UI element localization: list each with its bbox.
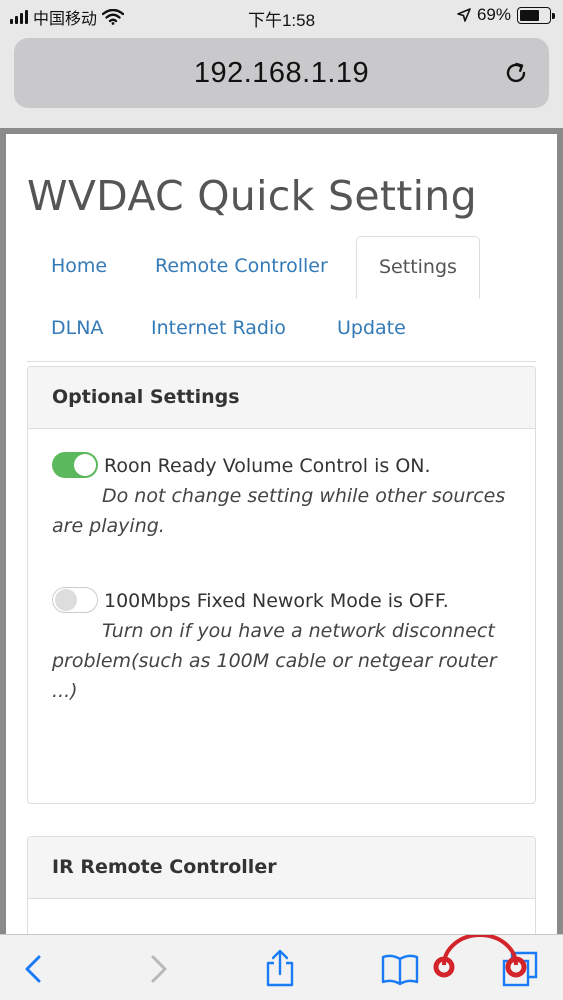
web-page: WVDAC Quick Setting Home Remote Controll… [6,134,557,934]
roon-volume-setting: Roon Ready Volume Control is ON. Do not … [52,451,512,541]
browser-chrome: 192.168.1.19 [0,32,563,128]
ir-remote-panel: IR Remote Controller [27,836,536,934]
nav-tabs: Home Remote Controller Settings DLNA Int… [27,236,536,362]
optional-settings-panel: Optional Settings Roon Ready Volume Cont… [27,366,536,804]
address-bar[interactable]: 192.168.1.19 [14,38,549,108]
page-frame: WVDAC Quick Setting Home Remote Controll… [0,128,563,934]
browser-toolbar [0,934,563,1000]
battery-icon [517,6,555,24]
location-arrow-icon [457,8,471,22]
battery-fill [520,9,540,21]
battery-percent: 69% [476,5,511,24]
tab-settings[interactable]: Settings [356,236,480,299]
roon-volume-toggle[interactable] [52,452,98,478]
share-icon[interactable] [260,949,300,989]
status-bar: 中国移动 下午1:58 69% [0,0,563,32]
url-text[interactable]: 192.168.1.19 [14,57,549,90]
network-mode-toggle[interactable] [52,587,98,613]
tab-home[interactable]: Home [51,255,107,277]
back-icon[interactable] [14,949,54,989]
panel-heading: Optional Settings [28,367,535,429]
tab-internet-radio[interactable]: Internet Radio [151,317,286,339]
roon-volume-note: Do not change setting while other source… [52,485,506,537]
page-title: WVDAC Quick Setting [27,172,477,220]
network-mode-note: Turn on if you have a network disconnect… [52,620,497,702]
watermark-logo [433,935,527,978]
network-mode-setting: 100Mbps Fixed Nework Mode is OFF. Turn o… [52,586,512,706]
forward-icon[interactable] [138,949,178,989]
panel-heading: IR Remote Controller [28,837,535,899]
tab-dlna[interactable]: DLNA [51,317,103,339]
bookmarks-icon[interactable] [380,949,420,989]
network-mode-label: 100Mbps Fixed Nework Mode is OFF. [104,590,449,612]
tab-remote-controller[interactable]: Remote Controller [155,255,328,277]
tab-update[interactable]: Update [337,317,406,339]
roon-volume-label: Roon Ready Volume Control is ON. [104,455,431,477]
reload-icon[interactable] [503,60,529,86]
